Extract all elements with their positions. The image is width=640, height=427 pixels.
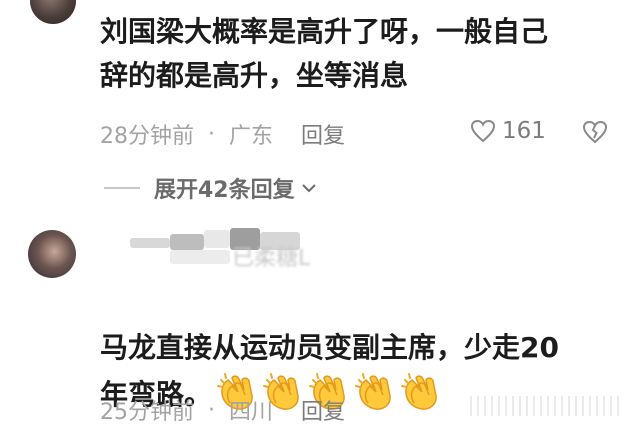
clapping-hands-icon [355, 373, 391, 410]
reply-button[interactable]: 回复 [301, 394, 345, 426]
comment-username[interactable]: 已柔糖L [232, 240, 310, 272]
comment-meta: 28分钟前 · 广东 回复 [100, 118, 345, 150]
expand-replies-button[interactable]: 展开42条回复 [104, 172, 317, 204]
reply-button[interactable]: 回复 [301, 118, 345, 150]
avatar[interactable] [28, 230, 76, 278]
clapping-hands-icon [401, 373, 437, 410]
comment-meta: 25分钟前 · 四川 回复 [100, 394, 345, 426]
heart-icon [470, 119, 496, 143]
expand-replies-label: 展开42条回复 [154, 178, 295, 203]
comment-text: 刘国梁大概率是高升了呀，一般自己 辞的都是高升，坐等消息 [100, 15, 549, 92]
separator-dot: · [208, 121, 215, 147]
chevron-down-icon [301, 184, 316, 193]
comment-time: 28分钟前 [100, 124, 194, 149]
comment-location: 四川 [229, 400, 274, 425]
like-count: 161 [502, 118, 546, 144]
dislike-icon[interactable] [582, 120, 608, 144]
avatar[interactable] [30, 0, 76, 24]
comment-time: 25分钟前 [100, 400, 194, 425]
like-button[interactable]: 161 [470, 118, 546, 144]
divider-line [104, 187, 140, 189]
watermark-strip [470, 396, 620, 416]
separator-dot: · [208, 397, 215, 423]
comment-location: 广东 [229, 124, 274, 149]
